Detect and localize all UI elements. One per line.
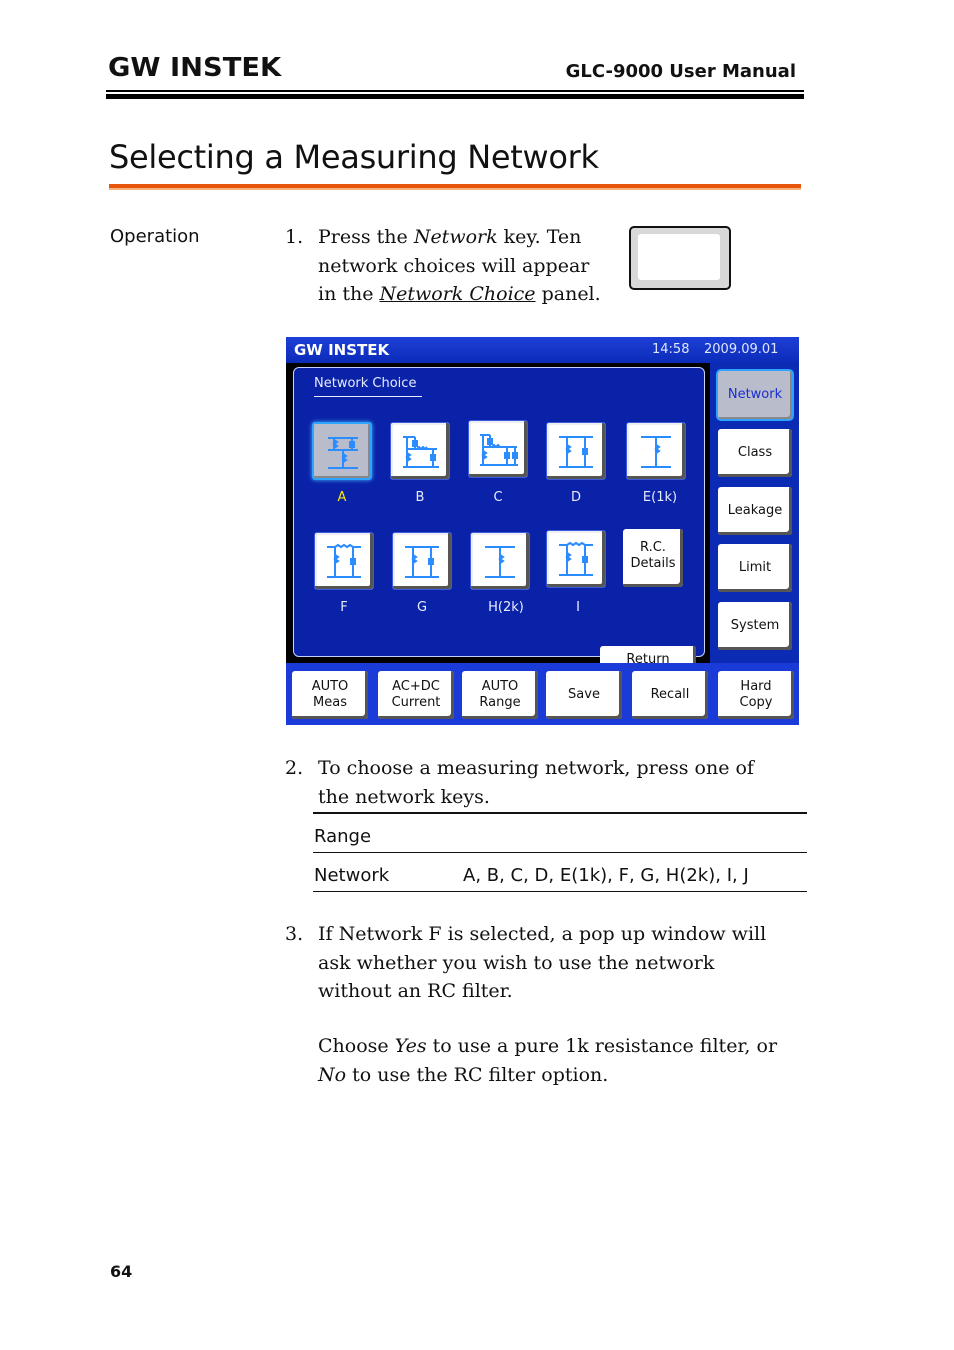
network-e-label: E(1k): [642, 490, 678, 505]
manual-title: GLC-9000 User Manual: [565, 61, 796, 82]
network-key-icon: [629, 226, 731, 290]
rc-details-button[interactable]: R.C. Details: [623, 529, 683, 587]
yes-option-ref: Yes: [394, 1035, 427, 1057]
table-header-range: Range: [314, 826, 372, 847]
network-e-button[interactable]: [626, 422, 686, 480]
text-run: Choose: [318, 1035, 395, 1057]
page-number: 64: [110, 1262, 133, 1281]
side-limit-button[interactable]: Limit: [718, 544, 792, 592]
network-g-button[interactable]: [392, 532, 452, 590]
network-h-circuit-icon: [485, 546, 515, 578]
auto-meas-button[interactable]: AUTO Meas: [292, 671, 368, 719]
network-e-circuit-icon: [641, 436, 671, 468]
step-number: 3.: [285, 923, 304, 945]
table-row-label: Network: [314, 865, 390, 886]
device-screen: GW INSTEK 14:58 2009.09.01 Network Choic…: [286, 337, 799, 725]
page-title: Selecting a Measuring Network: [109, 138, 599, 176]
network-h-label: H(2k): [488, 600, 524, 615]
screen-time: 14:58: [652, 342, 690, 357]
text-run: ask whether you wish to use the network: [318, 951, 715, 974]
panel-title: Network Choice: [314, 376, 417, 391]
network-g-label: G: [416, 600, 428, 615]
network-c-button[interactable]: [468, 420, 528, 478]
network-f-circuit-icon: [327, 543, 361, 578]
text-run: the network keys.: [318, 785, 490, 808]
network-d-label: D: [570, 490, 581, 505]
recall-button[interactable]: Recall: [632, 671, 708, 719]
operation-label: Operation: [110, 226, 200, 247]
network-b-circuit-icon: [403, 436, 439, 468]
network-f-button[interactable]: [314, 532, 374, 590]
panel-title-underline: [314, 396, 422, 397]
network-i-circuit-icon: [559, 541, 593, 576]
network-choice-panel: Network Choice A B C D E(1k) R.C. Detail…: [293, 367, 705, 676]
network-f-label: F: [340, 600, 348, 615]
bottom-softkey-bar: AUTO Meas AC+DC Current AUTO Range Save …: [286, 663, 799, 725]
network-b-label: B: [415, 490, 425, 505]
brand-logo: GW INSTEK: [108, 53, 282, 83]
table-row-value: A, B, C, D, E(1k), F, G, H(2k), I, J: [463, 865, 749, 886]
auto-range-button[interactable]: AUTO Range: [462, 671, 538, 719]
network-a-button[interactable]: [312, 422, 372, 480]
network-choice-ref: Network Choice: [379, 283, 536, 305]
side-leakage-button[interactable]: Leakage: [718, 487, 792, 535]
side-network-button[interactable]: Network: [718, 371, 792, 419]
text-run: If Network F is selected, a pop up windo…: [318, 923, 767, 945]
header-rule-thick: [106, 94, 804, 99]
network-a-label: A: [337, 490, 347, 505]
table-top-rule: [313, 812, 807, 814]
hard-copy-button[interactable]: Hard Copy: [718, 671, 794, 719]
step-3-note: Choose Yes to use a pure 1k resistance f…: [318, 1032, 777, 1089]
text-run: Press the: [318, 226, 414, 248]
network-key-ref: Network: [413, 226, 498, 248]
step-text: Press the Network key. Ten network choic…: [318, 223, 601, 309]
text-run: to use a pure 1k resistance filter, or: [426, 1035, 778, 1057]
screen-title-bar: GW INSTEK 14:58 2009.09.01: [286, 337, 799, 363]
table-header-rule: [313, 852, 807, 853]
screen-date: 2009.09.01: [704, 342, 779, 357]
ac-dc-current-button[interactable]: AC+DC Current: [378, 671, 454, 719]
network-c-circuit-icon: [480, 434, 518, 466]
text-run: To choose a measuring network, press one…: [318, 757, 754, 779]
side-class-button[interactable]: Class: [718, 429, 792, 477]
network-c-label: C: [493, 490, 503, 505]
title-rule-shadow: [109, 188, 801, 190]
side-system-button[interactable]: System: [718, 602, 792, 650]
network-d-button[interactable]: [546, 422, 606, 480]
network-h-button[interactable]: [470, 532, 530, 590]
step-text: If Network F is selected, a pop up windo…: [318, 920, 766, 1006]
network-i-label: I: [576, 600, 580, 615]
network-a-circuit-icon: [328, 437, 358, 469]
screen-brand-logo: GW INSTEK: [294, 341, 390, 359]
text-run: network choices will appear: [318, 254, 590, 277]
step-text: To choose a measuring network, press one…: [318, 754, 754, 811]
text-run: panel.: [535, 283, 601, 305]
network-g-circuit-icon: [405, 546, 439, 578]
save-button[interactable]: Save: [546, 671, 622, 719]
table-bottom-rule: [313, 891, 807, 892]
text-run: in the: [318, 283, 380, 305]
header-rule-thin: [106, 90, 804, 92]
no-option-ref: No: [318, 1063, 347, 1086]
network-d-circuit-icon: [559, 436, 593, 468]
text-run: to use the RC filter option.: [346, 1063, 609, 1086]
network-b-button[interactable]: [390, 422, 450, 480]
side-menu: Network Class Leakage Limit System: [710, 363, 799, 663]
text-run: key. Ten: [497, 226, 582, 248]
step-number: 2.: [285, 757, 304, 779]
network-i-button[interactable]: [546, 530, 606, 588]
text-run: without an RC filter.: [318, 980, 513, 1002]
step-number: 1.: [285, 226, 304, 248]
